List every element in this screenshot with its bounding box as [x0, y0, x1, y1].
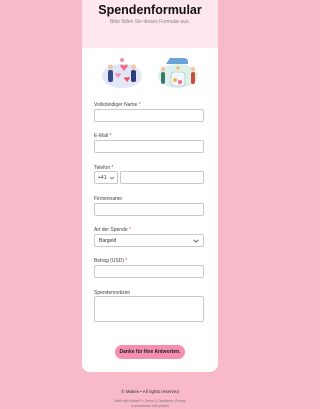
- donation-type-value: Bargeld: [99, 238, 117, 244]
- submit-button[interactable]: Danke für Ihre Antworten.: [115, 345, 185, 359]
- company-input[interactable]: [94, 203, 204, 216]
- company-label: Firmenname: [94, 196, 122, 202]
- phone-country-select[interactable]: +41: [94, 171, 118, 184]
- full-name-input[interactable]: [94, 109, 204, 122]
- donation-type-label-text: Art der Spende: [94, 227, 128, 233]
- full-name-label-text: Vollständiger Name: [94, 102, 138, 108]
- page-title: Spendenformular: [98, 3, 202, 17]
- email-label: E-Mail *: [94, 133, 112, 139]
- required-marker: *: [129, 227, 131, 233]
- form-header: Spendenformular Bitte füllen Sie dieses …: [82, 0, 218, 48]
- footer-brand: © Makes • All rights reserved: [121, 389, 179, 394]
- chevron-down-icon: [193, 239, 199, 243]
- required-marker: *: [109, 133, 112, 139]
- phone-input[interactable]: [120, 171, 204, 184]
- email-input[interactable]: [94, 140, 204, 153]
- amount-label: Betrag (USD) *: [94, 258, 127, 264]
- form-card: Spendenformular Bitte füllen Sie dieses …: [82, 0, 218, 372]
- chevron-down-icon: [109, 176, 115, 180]
- donation-type-select[interactable]: Bargeld: [94, 234, 204, 247]
- phone-country-code: +41: [98, 175, 107, 181]
- company-label-text: Firmenname: [94, 196, 123, 202]
- amount-input[interactable]: [94, 265, 204, 278]
- email-label-text: E-Mail: [94, 133, 109, 139]
- footer-fine-print: Made with Makes™ • Terms & Conditions • …: [0, 399, 300, 408]
- required-marker: *: [125, 258, 128, 264]
- page-subtitle: Bitte füllen Sie dieses Formular aus.: [109, 19, 191, 25]
- footer-fine-line2: in accordance with policies: [131, 403, 169, 408]
- notes-textarea[interactable]: [94, 296, 204, 322]
- full-name-label: Vollständiger Name *: [94, 102, 141, 108]
- donation-jar-illustration: [158, 58, 198, 88]
- donation-hearts-illustration: [102, 58, 142, 88]
- required-marker: *: [138, 102, 141, 108]
- amount-label-text: Betrag (USD): [94, 258, 125, 264]
- donation-type-label: Art der Spende *: [94, 227, 131, 233]
